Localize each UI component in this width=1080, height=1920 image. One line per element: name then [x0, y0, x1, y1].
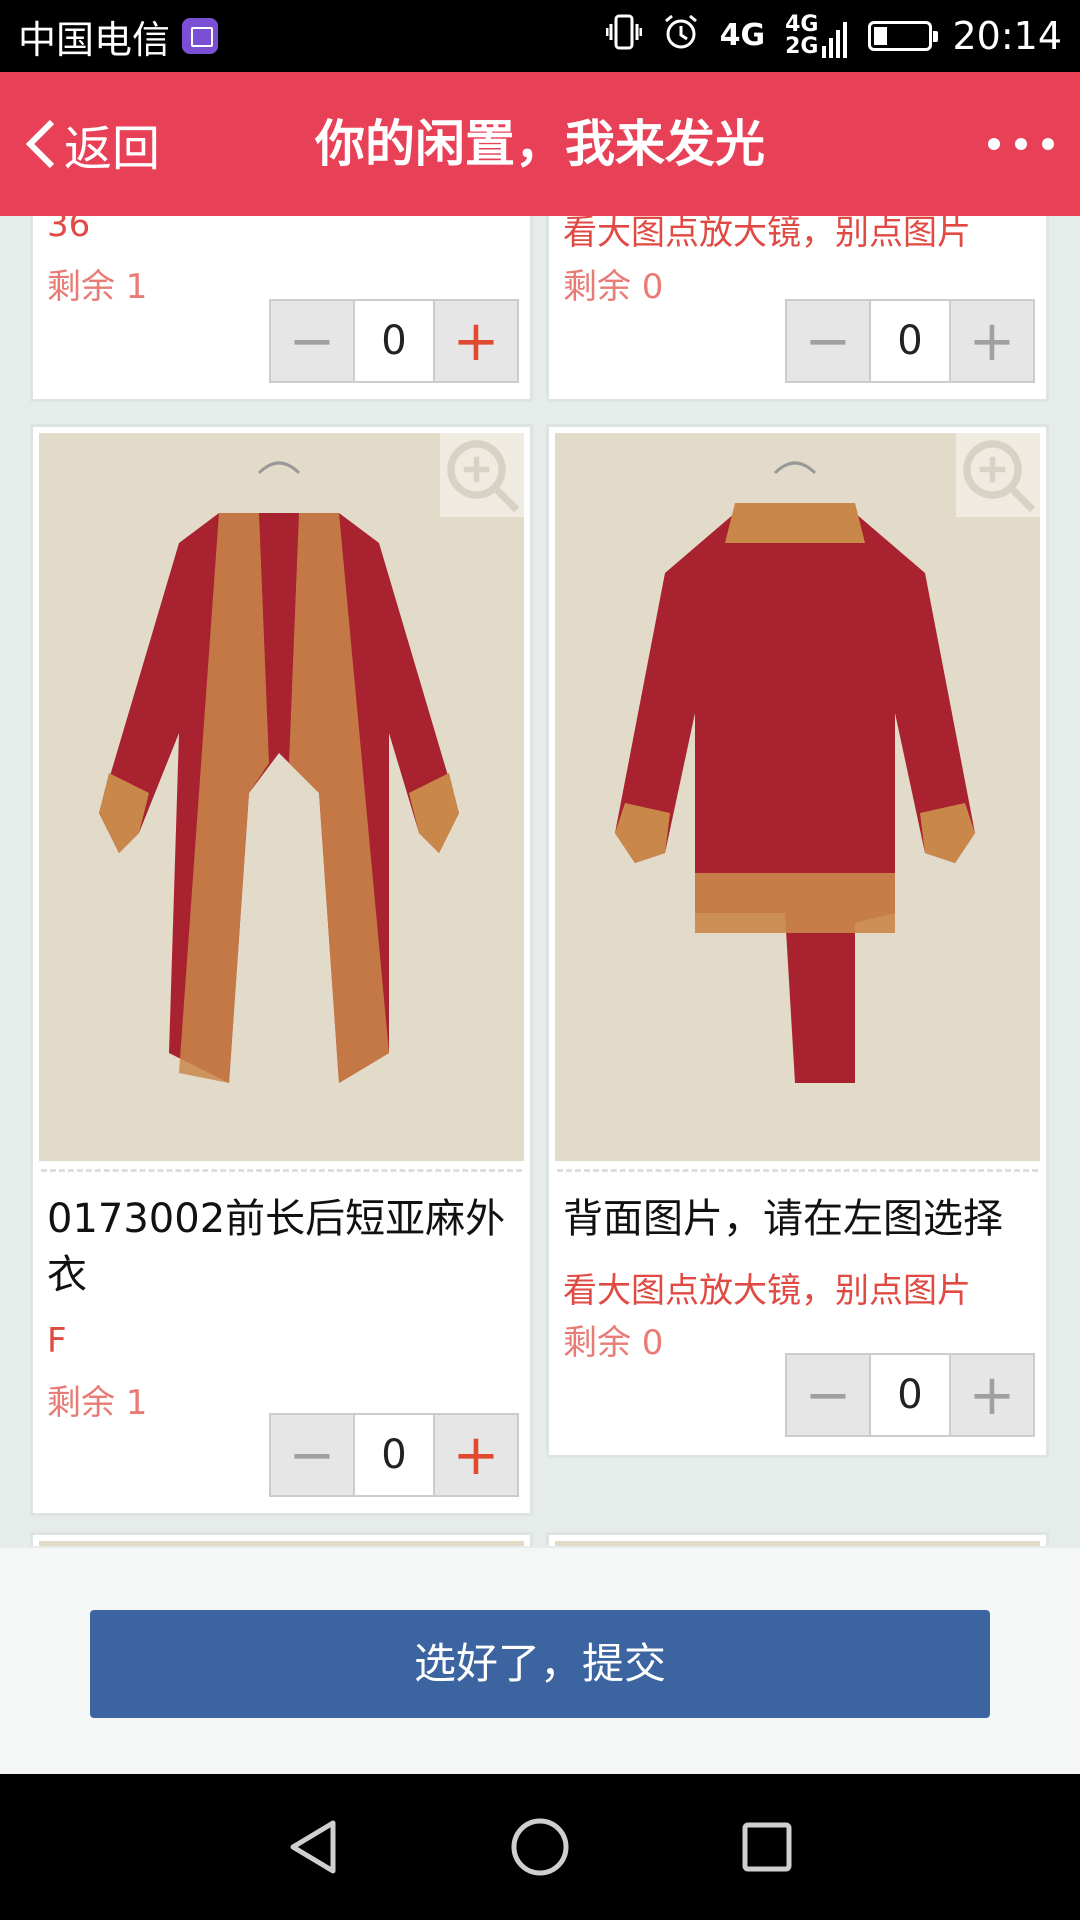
product-photo[interactable] — [39, 1541, 524, 1546]
zoom-button[interactable] — [956, 433, 1040, 517]
status-bar: 中国电信 4G 4G 2G 20:14 — [0, 0, 1080, 72]
app-header: 返回 你的闲置，我来发光 — [0, 72, 1080, 216]
decrease-button[interactable]: − — [787, 1355, 869, 1435]
quantity-stepper: − 0 + — [269, 299, 519, 383]
quantity-value[interactable]: 0 — [353, 1415, 435, 1495]
divider — [557, 1169, 1038, 1172]
product-card: 背面图片，请在左图选择 看大图点放大镜，别点图片 剩余 0 − 0 + — [546, 424, 1049, 1458]
product-name: 0173002前长后短亚麻外 衣 — [47, 1196, 506, 1298]
decrease-button[interactable]: − — [271, 301, 353, 381]
product-stock: 剩余 1 — [47, 1383, 148, 1423]
product-size: 36 — [47, 216, 91, 245]
product-photo[interactable] — [555, 433, 1040, 1161]
submit-button[interactable]: 选好了，提交 — [90, 1610, 990, 1718]
quantity-stepper: − 0 + — [269, 1413, 519, 1497]
product-card: 36 剩余 1 − 0 + — [30, 216, 533, 402]
battery-icon — [868, 21, 939, 51]
nav-recents-button[interactable] — [727, 1807, 807, 1887]
decrease-button[interactable]: − — [787, 301, 869, 381]
product-stock: 剩余 1 — [47, 267, 148, 307]
product-stock: 剩余 0 — [563, 267, 664, 307]
system-nav-bar — [0, 1774, 1080, 1920]
network-4g-icon: 4G — [719, 18, 766, 53]
network-4g2g-icon: 4G 2G — [785, 14, 848, 58]
product-photo[interactable] — [39, 433, 524, 1161]
dot-icon — [1042, 138, 1054, 150]
nav-home-button[interactable] — [500, 1807, 580, 1887]
nav-back-button[interactable] — [273, 1807, 353, 1887]
more-menu-button[interactable] — [988, 122, 1054, 166]
product-card — [546, 1532, 1049, 1546]
carrier-name: 中国电信 — [18, 17, 171, 62]
product-note: 看大图点放大镜，别点图片 — [563, 216, 971, 253]
quantity-stepper: − 0 + — [785, 1353, 1035, 1437]
dot-icon — [1015, 138, 1027, 150]
magnifier-icon — [447, 440, 520, 513]
product-photo[interactable] — [555, 1541, 1040, 1546]
product-size: F — [47, 1321, 67, 1361]
footer-bar: 选好了，提交 — [0, 1548, 1080, 1774]
increase-button[interactable]: + — [951, 301, 1033, 381]
quantity-value[interactable]: 0 — [869, 1355, 951, 1435]
magnifier-icon — [963, 440, 1036, 513]
gallery-notification-icon — [182, 18, 219, 54]
signal-bars-icon — [822, 22, 848, 58]
carrier-group: 中国电信 — [18, 9, 219, 64]
product-stock: 剩余 0 — [563, 1323, 664, 1363]
alarm-icon — [662, 13, 700, 60]
vibrate-icon — [605, 12, 643, 61]
product-name: 背面图片，请在左图选择 — [563, 1196, 1003, 1242]
clock-time: 20:14 — [952, 14, 1062, 58]
dot-icon — [988, 138, 1000, 150]
increase-button[interactable]: + — [435, 301, 517, 381]
increase-button[interactable]: + — [951, 1355, 1033, 1435]
quantity-value[interactable]: 0 — [869, 301, 951, 381]
page-title: 你的闲置，我来发光 — [315, 115, 765, 173]
status-icons: 4G 4G 2G 20:14 — [605, 12, 1062, 61]
product-note: 看大图点放大镜，别点图片 — [563, 1271, 971, 1311]
square-recents-icon — [742, 1822, 792, 1872]
product-grid[interactable]: 36 剩余 1 − 0 + 看大图点放大镜，别点图片 剩余 0 − 0 + 01… — [0, 216, 1080, 1546]
quantity-stepper: − 0 + — [785, 299, 1035, 383]
triangle-back-icon — [290, 1820, 336, 1874]
garment-front-image — [39, 433, 524, 1161]
divider — [41, 1169, 522, 1172]
circle-home-icon — [511, 1818, 569, 1876]
quantity-value[interactable]: 0 — [353, 301, 435, 381]
product-card: 0173002前长后短亚麻外 衣 F 剩余 1 − 0 + — [30, 424, 533, 1516]
product-card: 看大图点放大镜，别点图片 剩余 0 − 0 + — [546, 216, 1049, 402]
decrease-button[interactable]: − — [271, 1415, 353, 1495]
increase-button[interactable]: + — [435, 1415, 517, 1495]
zoom-button[interactable] — [440, 433, 524, 517]
garment-back-image — [555, 433, 1040, 1161]
product-card — [30, 1532, 533, 1546]
